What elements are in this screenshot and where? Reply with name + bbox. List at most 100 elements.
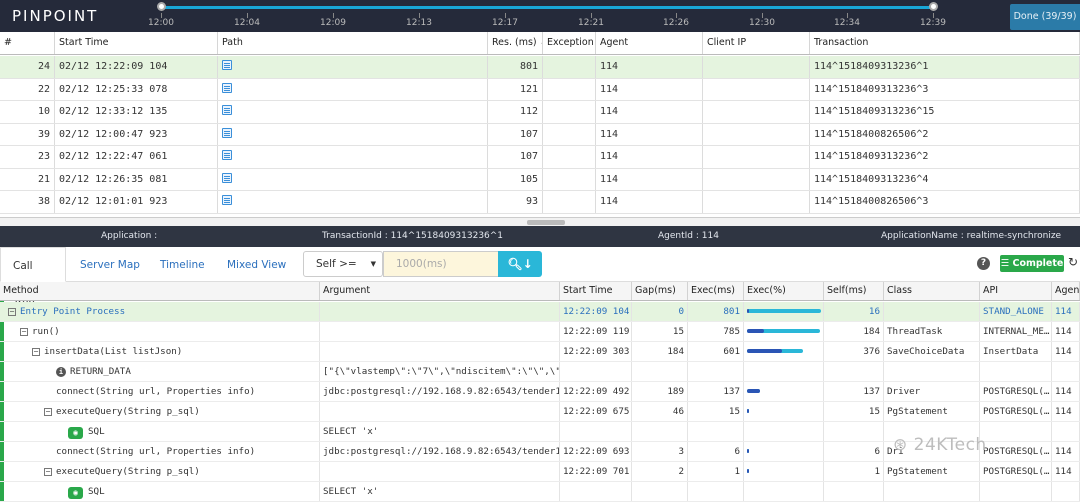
cell-start: 02/12 12:22:09 104 <box>55 56 218 78</box>
cell-gap: 46 <box>632 402 688 421</box>
path-cell <box>218 78 488 100</box>
cell-arg: jdbc:postgresql://192.168.9.82:6543/tend… <box>320 382 560 401</box>
collapse-toggle-icon[interactable]: − <box>20 328 28 336</box>
timeline-end-handle[interactable] <box>929 2 938 11</box>
document-icon[interactable] <box>222 172 232 183</box>
transaction-row[interactable]: 21 02/12 12:26:35 081 105 114 114^1518409313… <box>0 168 1080 191</box>
transaction-table-header: # Start Time Path Res. (ms) ↓ Exception Agent… <box>0 32 1080 55</box>
collapse-toggle-icon[interactable]: − <box>8 308 16 316</box>
call-tree-row[interactable]: − Entry Point Process 12:22:09 104 0 801 16 ST… <box>0 302 1080 322</box>
document-icon[interactable] <box>222 127 232 138</box>
column-header[interactable]: Agen <box>1052 282 1080 300</box>
self-filter-select[interactable]: Self >= ▼ <box>303 251 383 277</box>
document-icon[interactable] <box>222 150 232 160</box>
call-tree-row[interactable]: − executeQuery(String p_sql) 12:22:09 701 2… <box>0 462 1080 482</box>
cell-ip <box>703 191 810 213</box>
cell-self: 6 <box>824 442 884 461</box>
cell-start: 12:22:09 303 <box>560 342 632 361</box>
cell-gap: 3 <box>632 442 688 461</box>
column-header[interactable]: Class <box>884 282 980 300</box>
exec-bar <box>747 309 821 313</box>
cell-ip <box>703 56 810 78</box>
pinpoint-logo[interactable]: PINPOINT <box>12 7 98 25</box>
transaction-row[interactable]: 39 02/12 12:00:47 923 107 114 114^1518400826… <box>0 123 1080 146</box>
cell-start <box>560 362 632 381</box>
refresh-icon[interactable]: ↻ <box>1068 255 1078 269</box>
transaction-row[interactable]: 23 02/12 12:22:47 061 107 114 114^1518409313… <box>0 146 1080 169</box>
transaction-row[interactable]: 22 02/12 12:25:33 078 121 114 114^1518409313… <box>0 78 1080 101</box>
cell-ip <box>703 123 810 145</box>
method-label: SQL <box>88 426 105 437</box>
column-header[interactable]: Exec(%) <box>744 282 824 300</box>
cell-cls <box>884 482 980 501</box>
tab-call-tree[interactable]: Call Tree <box>0 247 66 309</box>
column-header[interactable]: Argument <box>320 282 560 300</box>
cell-cls: Driver <box>884 382 980 401</box>
column-header[interactable]: Method <box>0 282 320 300</box>
cell-ip <box>703 146 810 168</box>
cell-exec: 137 <box>688 382 744 401</box>
exec-percent-cell <box>744 422 824 441</box>
column-header[interactable]: Start Time <box>55 32 218 54</box>
transaction-row[interactable]: 24 02/12 12:22:09 104 801 114 114^1518409313… <box>0 56 1080 79</box>
call-tree-row[interactable]: ◉ SQL SELECT 'x' <box>0 482 1080 502</box>
cell-tx: 114^1518400826506^2 <box>810 123 1080 145</box>
cell-start: 12:22:09 119 <box>560 322 632 341</box>
tab-server-map[interactable]: Server Map <box>80 247 140 282</box>
document-icon[interactable] <box>222 105 232 115</box>
document-icon[interactable] <box>222 60 232 70</box>
eye-icon[interactable]: ◉ <box>68 487 83 499</box>
cell-api: POSTGRESQL(… <box>980 402 1052 421</box>
collapse-toggle-icon[interactable]: − <box>32 348 40 356</box>
transaction-row[interactable]: 38 02/12 12:01:01 923 93 114 114^15184008265… <box>0 191 1080 214</box>
cell-tx: 114^1518409313236^4 <box>810 168 1080 190</box>
timeline-start-handle[interactable] <box>157 2 166 11</box>
cell-tx: 114^1518409313236^2 <box>810 146 1080 168</box>
column-header-label: Transaction <box>814 37 869 48</box>
document-icon[interactable] <box>222 82 232 93</box>
column-header[interactable]: API <box>980 282 1052 300</box>
column-header[interactable]: Path <box>218 32 488 54</box>
cell-agent: 114 <box>596 123 703 145</box>
column-header[interactable]: Self(ms) <box>824 282 884 300</box>
search-button[interactable]: 🔍︎↓ <box>498 251 542 277</box>
call-tree-row[interactable]: connect(String url, Properties info) jdbc… <box>0 382 1080 402</box>
column-header[interactable]: Transaction <box>810 32 1080 54</box>
tab-mixed-view[interactable]: Mixed View <box>227 247 286 282</box>
cell-exc <box>543 191 596 213</box>
column-header[interactable]: Client IP <box>703 32 810 54</box>
cell-agent: 114 <box>1052 382 1080 401</box>
column-header[interactable]: # <box>0 32 55 54</box>
cell-exec <box>688 482 744 501</box>
call-tree-row[interactable]: − insertData(List listJson) 12:22:09 303 18… <box>0 342 1080 362</box>
timeline-range-bar[interactable] <box>161 6 933 9</box>
done-button[interactable]: Done (39/39) <box>1010 4 1080 30</box>
column-header[interactable]: Gap(ms) <box>632 282 688 300</box>
cell-cls <box>884 302 980 321</box>
ms-threshold-input[interactable]: 1000(ms) <box>383 251 499 277</box>
call-tree-row[interactable]: i RETURN_DATA ["{\"vlastemp\":\"7\",\"ndis… <box>0 362 1080 382</box>
self-bar <box>747 469 749 473</box>
cell-no: 23 <box>0 146 55 168</box>
tab-timeline[interactable]: Timeline <box>160 247 205 282</box>
help-icon[interactable]: ? <box>977 257 990 270</box>
complete-button[interactable]: ☰ Complete <box>1000 255 1064 272</box>
call-tree-row[interactable]: − run() 12:22:09 119 15 785 184 ThreadTask INTE… <box>0 322 1080 342</box>
cell-gap: 15 <box>632 322 688 341</box>
call-tree-row[interactable]: − executeQuery(String p_sql) 12:22:09 675 4… <box>0 402 1080 422</box>
cell-agent: 114 <box>596 101 703 123</box>
column-header[interactable]: Exception <box>543 32 596 54</box>
transaction-info-bar: Application : TransactionId : 114^151840… <box>0 226 1080 247</box>
column-header[interactable]: Exec(ms) <box>688 282 744 300</box>
document-icon[interactable] <box>222 195 232 205</box>
eye-icon[interactable]: ◉ <box>68 427 83 439</box>
panel-splitter[interactable] <box>0 217 1080 226</box>
column-header[interactable]: Agent <box>596 32 703 54</box>
collapse-toggle-icon[interactable]: − <box>44 468 52 476</box>
cell-no: 38 <box>0 191 55 213</box>
collapse-toggle-icon[interactable]: − <box>44 408 52 416</box>
cell-agent <box>1052 362 1080 381</box>
column-header[interactable]: Start Time <box>560 282 632 300</box>
transaction-row[interactable]: 10 02/12 12:33:12 135 112 114 114^1518409313… <box>0 101 1080 124</box>
column-header[interactable]: Res. (ms) ↓ <box>488 32 543 54</box>
